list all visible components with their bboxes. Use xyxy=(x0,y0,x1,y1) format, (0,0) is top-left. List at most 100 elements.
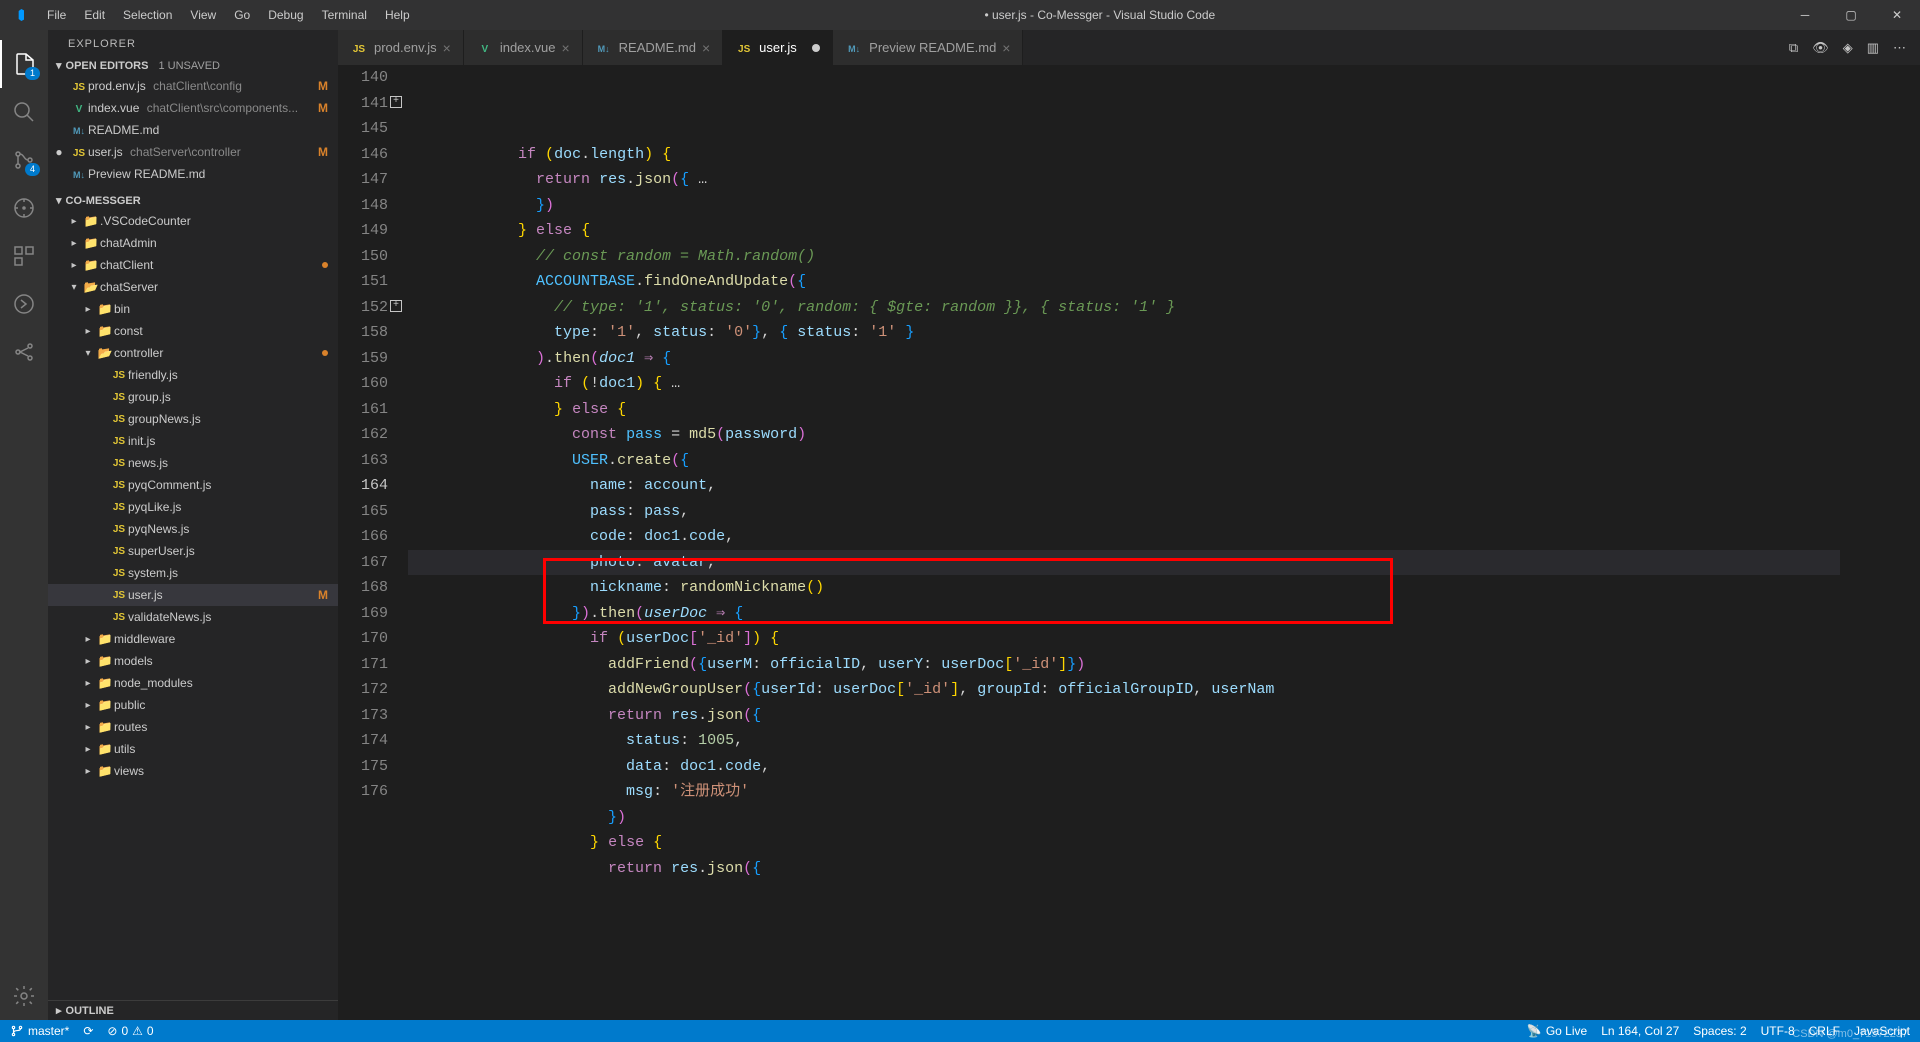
settings-gear-icon[interactable] xyxy=(0,972,48,1020)
code-line-160[interactable]: USER.create({ xyxy=(408,448,1840,474)
tree-item-controller[interactable]: ▾📂controller xyxy=(48,342,338,364)
code-line-168[interactable]: addFriend({userM: officialID, userY: use… xyxy=(408,652,1840,678)
tab-readmemd[interactable]: M↓README.md× xyxy=(583,30,723,65)
share-icon[interactable] xyxy=(0,328,48,376)
menu-go[interactable]: Go xyxy=(226,4,258,26)
close-icon[interactable]: × xyxy=(1002,40,1010,56)
tab-previewreadmemd[interactable]: M↓Preview README.md× xyxy=(833,30,1023,65)
indentation[interactable]: Spaces: 2 xyxy=(1693,1024,1746,1038)
diff-icon[interactable]: ◈ xyxy=(1843,40,1853,56)
close-button[interactable]: ✕ xyxy=(1874,0,1920,30)
tree-item-bin[interactable]: ▸📁bin xyxy=(48,298,338,320)
code-line-164[interactable]: photo: avatar, xyxy=(408,550,1840,576)
code-line-150[interactable]: type: '1', status: '0'}, { status: '1' } xyxy=(408,320,1840,346)
menu-selection[interactable]: Selection xyxy=(115,4,180,26)
code-line-165[interactable]: nickname: randomNickname() xyxy=(408,575,1840,601)
tree-item-chatadmin[interactable]: ▸📁chatAdmin xyxy=(48,232,338,254)
close-icon[interactable]: × xyxy=(443,40,451,56)
fold-icon[interactable]: + xyxy=(390,96,402,108)
tree-item-pyqlikejs[interactable]: JSpyqLike.js xyxy=(48,496,338,518)
tree-item-const[interactable]: ▸📁const xyxy=(48,320,338,342)
tree-item-pyqcommentjs[interactable]: JSpyqComment.js xyxy=(48,474,338,496)
workspace-header[interactable]: ▾ CO-MESSGER xyxy=(48,191,338,210)
tree-item-utils[interactable]: ▸📁utils xyxy=(48,738,338,760)
menu-file[interactable]: File xyxy=(39,4,74,26)
open-editor-item[interactable]: JSprod.env.js chatClient\configM xyxy=(48,75,338,97)
tree-item-systemjs[interactable]: JSsystem.js xyxy=(48,562,338,584)
tree-item-groupjs[interactable]: JSgroup.js xyxy=(48,386,338,408)
tree-item-models[interactable]: ▸📁models xyxy=(48,650,338,672)
tab-userjs[interactable]: JSuser.js xyxy=(723,30,833,65)
code-line-140[interactable]: if (doc.length) { xyxy=(408,142,1840,168)
repl-icon[interactable] xyxy=(0,280,48,328)
code-line-166[interactable]: }).then(userDoc ⇒ { xyxy=(408,601,1840,627)
code-line-151[interactable]: ).then(doc1 ⇒ { xyxy=(408,346,1840,372)
code-line-149[interactable]: // type: '1', status: '0', random: { $gt… xyxy=(408,295,1840,321)
search-icon[interactable] xyxy=(0,88,48,136)
code-line-146[interactable]: } else { xyxy=(408,218,1840,244)
branch-indicator[interactable]: master* xyxy=(10,1024,69,1038)
tree-item-chatclient[interactable]: ▸📁chatClient xyxy=(48,254,338,276)
code-line-147[interactable]: // const random = Math.random() xyxy=(408,244,1840,270)
encoding[interactable]: UTF-8 xyxy=(1761,1024,1795,1038)
golive-button[interactable]: 📡 Go Live xyxy=(1527,1024,1587,1038)
tree-item-chatserver[interactable]: ▾📂chatServer xyxy=(48,276,338,298)
problems-indicator[interactable]: ⊘0 ⚠0 xyxy=(107,1024,153,1038)
split-editor-icon[interactable]: ▥ xyxy=(1867,40,1879,56)
open-editor-item[interactable]: ●JSuser.js chatServer\controllerM xyxy=(48,141,338,163)
code-line-145[interactable]: }) xyxy=(408,193,1840,219)
code-line-159[interactable]: const pass = md5(password) xyxy=(408,422,1840,448)
minimap[interactable] xyxy=(1840,65,1920,1020)
code-line-161[interactable]: name: account, xyxy=(408,473,1840,499)
tree-item-public[interactable]: ▸📁public xyxy=(48,694,338,716)
more-icon[interactable]: ⋯ xyxy=(1893,40,1906,56)
tree-item-newsjs[interactable]: JSnews.js xyxy=(48,452,338,474)
cursor-position[interactable]: Ln 164, Col 27 xyxy=(1601,1024,1679,1038)
open-editor-item[interactable]: Vindex.vue chatClient\src\components...M xyxy=(48,97,338,119)
tab-prodenvjs[interactable]: JSprod.env.js× xyxy=(338,30,464,65)
code-line-175[interactable]: } else { xyxy=(408,830,1840,856)
open-editors-header[interactable]: ▾ OPEN EDITORS 1 UNSAVED xyxy=(48,56,338,75)
explorer-icon[interactable]: 1 xyxy=(0,40,48,88)
tree-item-friendlyjs[interactable]: JSfriendly.js xyxy=(48,364,338,386)
code-line-163[interactable]: code: doc1.code, xyxy=(408,524,1840,550)
code-line-170[interactable]: return res.json({ xyxy=(408,703,1840,729)
open-editor-item[interactable]: M↓Preview README.md xyxy=(48,163,338,185)
tree-item-initjs[interactable]: JSinit.js xyxy=(48,430,338,452)
tree-item-node_modules[interactable]: ▸📁node_modules xyxy=(48,672,338,694)
tab-indexvue[interactable]: Vindex.vue× xyxy=(464,30,583,65)
code-editor[interactable]: 140141+145146147148149150151152+15815916… xyxy=(338,65,1920,1020)
outline-header[interactable]: ▸ OUTLINE xyxy=(48,1000,338,1020)
menu-terminal[interactable]: Terminal xyxy=(314,4,375,26)
menu-view[interactable]: View xyxy=(182,4,224,26)
code-line-169[interactable]: addNewGroupUser({userId: userDoc['_id'],… xyxy=(408,677,1840,703)
code-line-172[interactable]: data: doc1.code, xyxy=(408,754,1840,780)
menu-debug[interactable]: Debug xyxy=(260,4,311,26)
scm-icon[interactable]: 4 xyxy=(0,136,48,184)
close-icon[interactable]: × xyxy=(702,40,710,56)
eye-icon[interactable]: 👁 xyxy=(1812,40,1829,56)
code-line-171[interactable]: status: 1005, xyxy=(408,728,1840,754)
debug-icon[interactable] xyxy=(0,184,48,232)
tree-item-superuserjs[interactable]: JSsuperUser.js xyxy=(48,540,338,562)
tree-item-middleware[interactable]: ▸📁middleware xyxy=(48,628,338,650)
compare-icon[interactable]: ⧉ xyxy=(1789,40,1798,56)
maximize-button[interactable]: ▢ xyxy=(1828,0,1874,30)
menu-help[interactable]: Help xyxy=(377,4,418,26)
code-line-176[interactable]: return res.json({ xyxy=(408,856,1840,882)
fold-icon[interactable]: + xyxy=(390,300,402,312)
menu-edit[interactable]: Edit xyxy=(76,4,113,26)
close-icon[interactable]: × xyxy=(561,40,569,56)
code-line-174[interactable]: }) xyxy=(408,805,1840,831)
code-line-141[interactable]: return res.json({ … xyxy=(408,167,1840,193)
tree-item-vscodecounter[interactable]: ▸📁.VSCodeCounter xyxy=(48,210,338,232)
open-editor-item[interactable]: M↓README.md xyxy=(48,119,338,141)
code-line-167[interactable]: if (userDoc['_id']) { xyxy=(408,626,1840,652)
extensions-icon[interactable] xyxy=(0,232,48,280)
tree-item-userjs[interactable]: JSuser.jsM xyxy=(48,584,338,606)
tree-item-pyqnewsjs[interactable]: JSpyqNews.js xyxy=(48,518,338,540)
sync-icon[interactable]: ⟳ xyxy=(83,1024,93,1038)
code-line-173[interactable]: msg: '注册成功' xyxy=(408,779,1840,805)
code-line-158[interactable]: } else { xyxy=(408,397,1840,423)
tree-item-routes[interactable]: ▸📁routes xyxy=(48,716,338,738)
